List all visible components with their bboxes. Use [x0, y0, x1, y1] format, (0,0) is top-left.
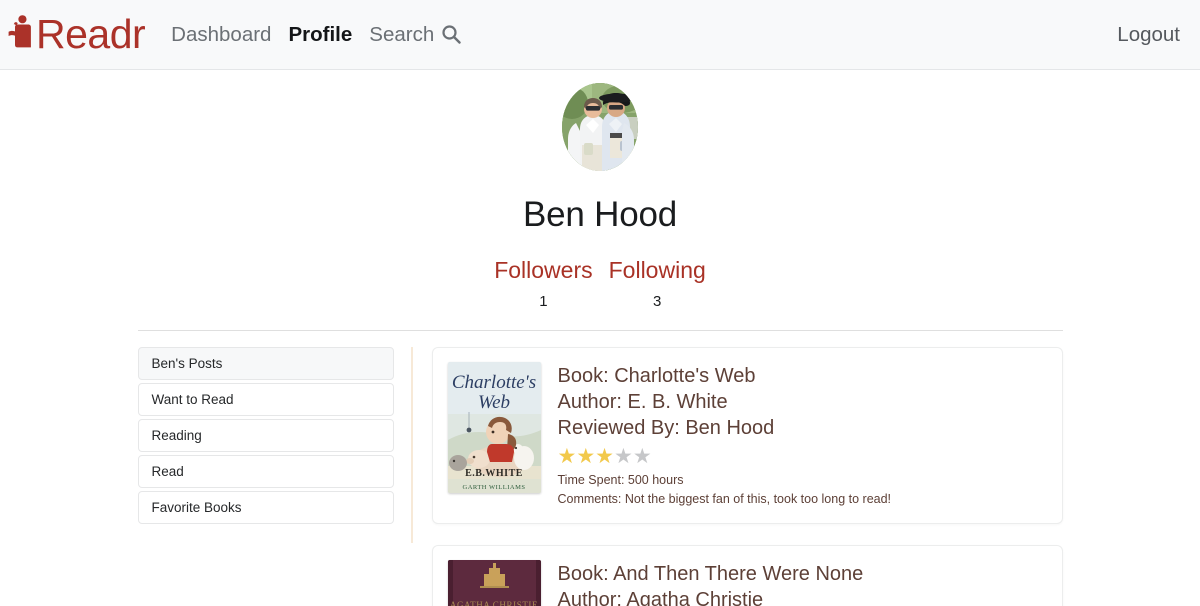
post-time-spent: Time Spent: 500 hours	[557, 473, 684, 487]
nav-item-search[interactable]: Search	[369, 21, 461, 49]
book-cover-image: Charlotte's Web E.B.WHITE GARTH WILLIAMS	[447, 362, 541, 493]
sidebar-item-label: Ben's Posts	[151, 356, 223, 371]
person-reading-icon	[8, 12, 38, 60]
brand-name: Readr	[36, 11, 146, 57]
followers-count: 1	[539, 293, 548, 310]
svg-text:Charlotte's: Charlotte's	[451, 372, 535, 393]
sidebar-item-favorite-books[interactable]: Favorite Books	[137, 491, 394, 524]
post-details: Book: And Then There Were None Author: A…	[541, 560, 864, 606]
star-5[interactable]: ★	[633, 445, 652, 468]
avatar	[562, 83, 638, 171]
post-book-title: Book: And Then There Were None	[557, 563, 864, 585]
post-author: Author: E. B. White	[557, 391, 728, 413]
sidebar-item-reading[interactable]: Reading	[137, 419, 394, 452]
sidebar-item-label: Want to Read	[151, 392, 234, 407]
following-count: 3	[653, 293, 662, 310]
rating-stars[interactable]: ★★★★★	[558, 445, 892, 468]
svg-text:AGATHA CHRISTIE: AGATHA CHRISTIE	[449, 600, 537, 606]
post-book-title: Book: Charlotte's Web	[557, 365, 756, 387]
book-cover-image: AGATHA CHRISTIE AND THEN	[447, 560, 541, 606]
svg-text:Web: Web	[477, 392, 509, 413]
svg-text:GARTH WILLIAMS: GARTH WILLIAMS	[462, 484, 525, 491]
page-title: Ben Hood	[522, 195, 678, 234]
star-3[interactable]: ★	[595, 445, 614, 468]
post-author: Author: Agatha Christie	[557, 589, 764, 606]
sidebar-menu: Ben's Posts Want to Read Reading Read Fa…	[137, 347, 413, 543]
nav-links: Dashboard Profile Search	[171, 21, 461, 49]
post-reviewer: Reviewed By: Ben Hood	[557, 417, 775, 439]
sidebar-item-label: Favorite Books	[151, 500, 242, 515]
followers-stat: Followers 1	[494, 257, 592, 310]
brand-logo[interactable]: Readr	[8, 10, 146, 60]
nav-item-dashboard[interactable]: Dashboard	[171, 23, 271, 47]
nav-item-profile[interactable]: Profile	[288, 23, 352, 47]
top-navigation-bar: Readr Dashboard Profile Search Logout	[0, 0, 1200, 70]
post-card[interactable]: Charlotte's Web E.B.WHITE GARTH WILLIAMS…	[431, 347, 1063, 524]
following-link[interactable]: Following	[609, 257, 706, 284]
star-2[interactable]: ★	[576, 445, 595, 468]
logout-button[interactable]: Logout	[1117, 23, 1180, 47]
svg-text:E.B.WHITE: E.B.WHITE	[465, 468, 523, 479]
sidebar-item-want-to-read[interactable]: Want to Read	[137, 383, 394, 416]
section-divider	[137, 330, 1063, 331]
sidebar-item-bens-posts[interactable]: Ben's Posts	[137, 347, 394, 380]
following-stat: Following 3	[609, 257, 706, 310]
post-details: Book: Charlotte's Web Author: E. B. Whit…	[541, 362, 892, 509]
star-4[interactable]: ★	[614, 445, 633, 468]
profile-header: Ben Hood Followers 1 Following 3	[0, 70, 1200, 331]
star-1[interactable]: ★	[558, 445, 577, 468]
followers-link[interactable]: Followers	[494, 257, 592, 284]
sidebar-item-read[interactable]: Read	[137, 455, 394, 488]
sidebar-item-label: Reading	[151, 428, 202, 443]
nav-item-search-label[interactable]: Search	[369, 23, 434, 47]
search-icon	[441, 24, 461, 49]
post-card[interactable]: AGATHA CHRISTIE AND THEN Book: And Then …	[431, 545, 1063, 606]
social-stats: Followers 1 Following 3	[0, 257, 1200, 310]
posts-feed: Charlotte's Web E.B.WHITE GARTH WILLIAMS…	[413, 347, 1063, 606]
profile-content: Ben's Posts Want to Read Reading Read Fa…	[137, 347, 1063, 606]
sidebar-item-label: Read	[151, 464, 184, 479]
post-comments: Comments: Not the biggest fan of this, t…	[557, 492, 892, 506]
